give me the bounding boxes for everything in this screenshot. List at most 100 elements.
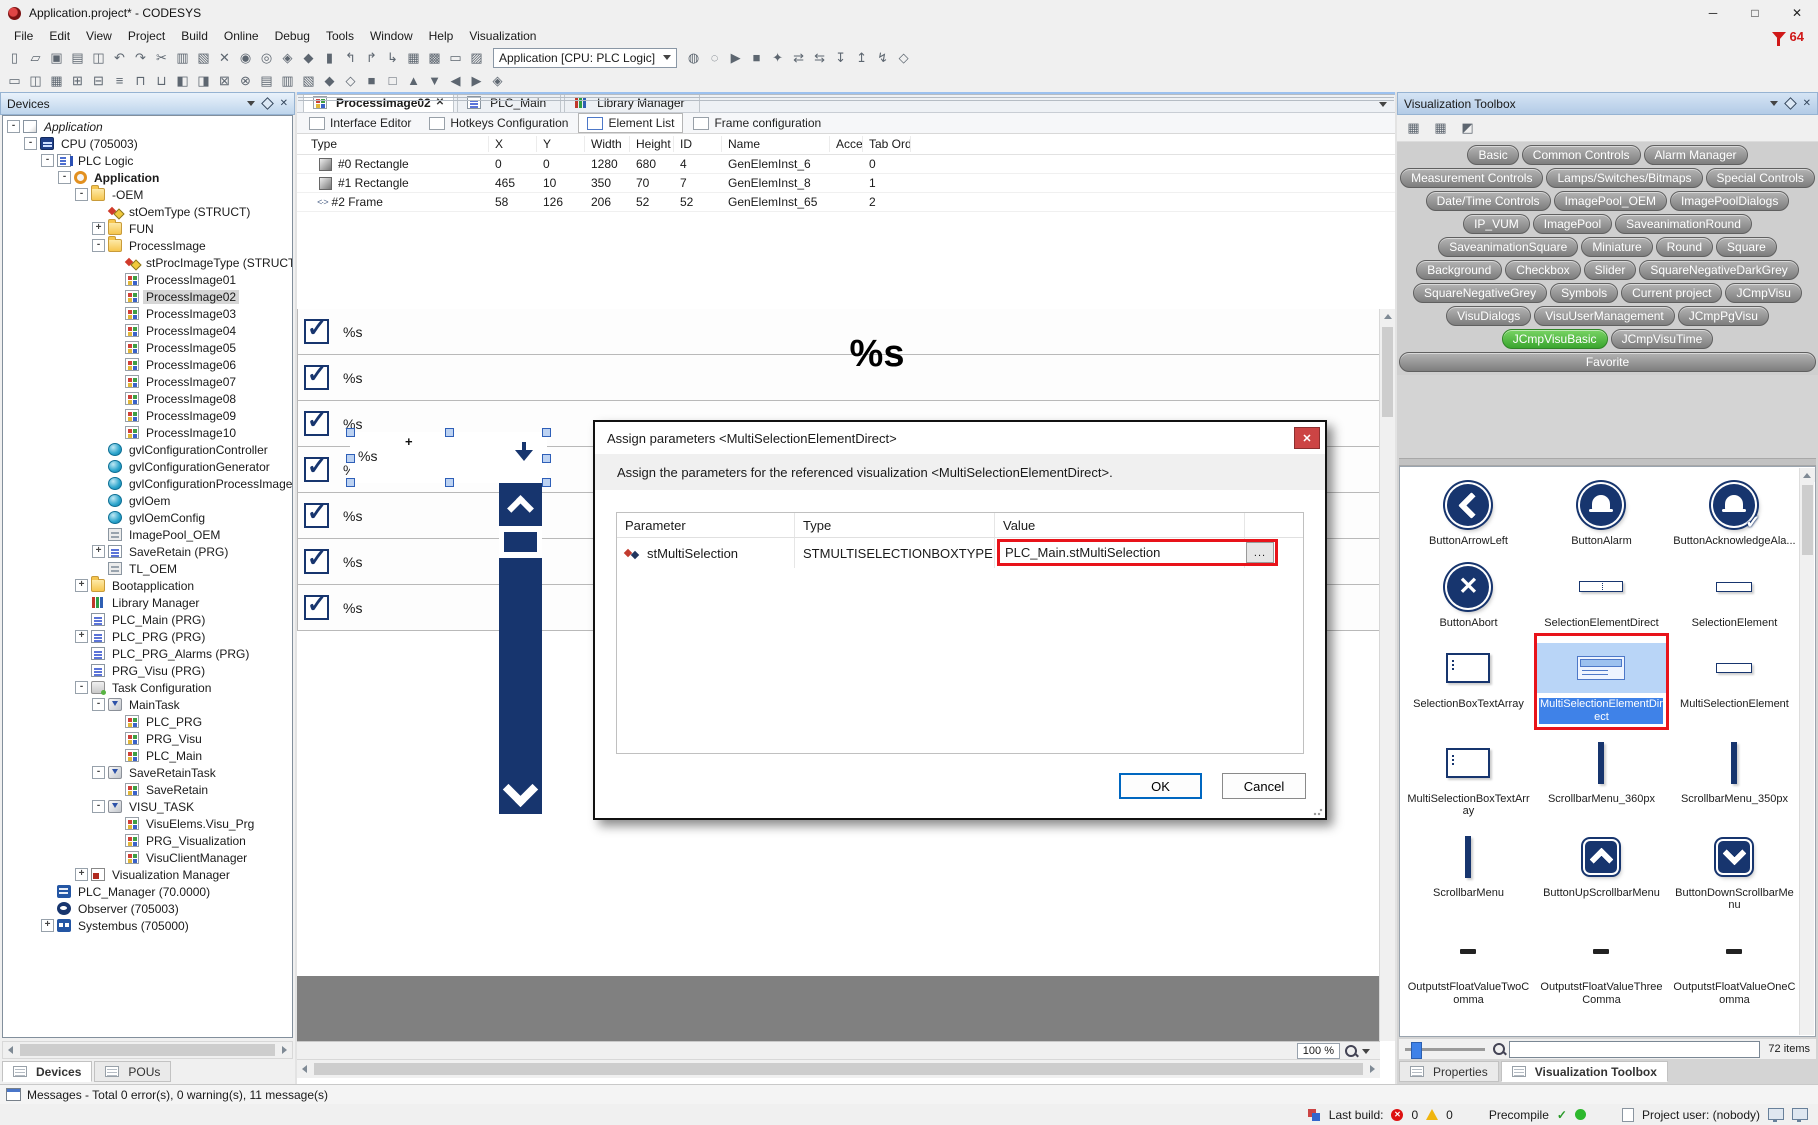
device-tree-item[interactable]: stOemType (STRUCT) [3,203,292,220]
toolbar-icon[interactable]: ⊠ [214,71,235,90]
toolbar-icon[interactable]: ▨ [466,48,487,67]
toolbox-item[interactable]: OutputstFloatValueTwoComma [1402,917,1535,1011]
toolbar-icon[interactable]: ↱ [361,48,382,67]
toolbar-icon[interactable]: ▤ [67,48,88,67]
canvas-heading-text[interactable]: %s [792,333,962,376]
category-button[interactable]: ImagePoolDialogs [1670,191,1789,211]
toolbar-icon[interactable]: ≡ [109,71,130,90]
editor-subtab[interactable]: Element List [578,113,683,133]
device-tree-item[interactable]: ProcessImage01 [3,271,292,288]
device-tree-item[interactable]: - SaveRetainTask [3,764,292,781]
category-button[interactable]: Current project [1621,283,1722,303]
resize-grip[interactable] [1313,806,1323,816]
menu-item[interactable]: Online [216,27,267,45]
menu-item[interactable]: Window [362,27,421,45]
device-tree-item[interactable]: - CPU (705003) [3,135,292,152]
device-tree-item[interactable]: + PLC_PRG (PRG) [3,628,292,645]
tree-expander-icon[interactable]: - [92,800,105,813]
toolbox-item[interactable]: MultiSelectionElementDirect [1535,634,1668,728]
toolbox-item[interactable]: OutputstFloatValueOneComma [1668,917,1801,1011]
close-tab-icon[interactable]: ✕ [436,97,444,108]
category-button[interactable]: ImagePool_OEM [1554,191,1667,211]
tree-expander-icon[interactable]: - [92,766,105,779]
resize-handle[interactable] [346,478,355,487]
toolbar-icon[interactable]: ▼ [424,71,445,90]
editor-subtab[interactable]: Interface Editor [301,114,419,132]
element-row[interactable]: #0 Rectangle 0 0 1280 680 4 GenElemInst_… [297,155,1395,174]
tab-list-dropdown[interactable] [1379,96,1387,110]
device-tree-item[interactable]: ProcessImage04 [3,322,292,339]
toolbar-icon[interactable]: ◀ [445,71,466,90]
device-tree-item[interactable]: + Systembus (705000) [3,917,292,934]
messages-bar[interactable]: Messages - Total 0 error(s), 0 warning(s… [0,1084,1818,1104]
menu-item[interactable]: Visualization [461,27,544,45]
toolbar-icon[interactable]: ◉ [235,48,256,67]
toolbox-item[interactable]: SelectionElementDirect [1535,553,1668,635]
resize-handle[interactable] [445,478,454,487]
tree-expander-icon[interactable]: - [92,239,105,252]
device-tree-item[interactable]: ProcessImage07 [3,373,292,390]
device-tree-item[interactable]: TL_OEM [3,560,292,577]
panel-tab[interactable]: Devices [2,1061,92,1082]
toolbar-icon[interactable]: ▥ [172,48,193,67]
value-column-header[interactable]: Value [995,513,1245,537]
toolbox-item[interactable]: MultiSelectionElement [1668,634,1801,728]
toolbar-icon[interactable]: ↳ [382,48,403,67]
column-header[interactable]: Tab Order [863,136,911,152]
device-tree-item[interactable]: - MainTask [3,696,292,713]
toolbar-icon[interactable]: ▯ [4,48,25,67]
canvas-hscrollbar[interactable] [297,1059,1380,1078]
toolbar-icon[interactable]: ▧ [193,48,214,67]
panel-tab[interactable]: POUs [94,1061,171,1082]
checkbox-checked-icon[interactable] [304,319,329,344]
scrollbar-menu-element[interactable] [499,483,542,814]
toolbox-item[interactable]: ButtonUpScrollbarMenu [1535,823,1668,917]
device-tree-item[interactable]: gvlConfigurationProcessImage [3,475,292,492]
device-tree-item[interactable]: PLC_Main [3,747,292,764]
toolbar-icon[interactable]: ⇆ [809,48,830,67]
toolbar-icon[interactable]: ◨ [193,71,214,90]
device-tree-item[interactable]: gvlOemConfig [3,509,292,526]
toolbox-item[interactable]: SelectionBoxTextArray [1402,634,1535,728]
magnifier-icon[interactable] [1345,1045,1357,1057]
device-tree-item[interactable]: ProcessImage02 [3,288,292,305]
toolbar-icon[interactable]: ◫ [88,48,109,67]
device-tree-item[interactable]: ProcessImage03 [3,305,292,322]
resize-handle[interactable] [346,454,355,463]
favorite-category-button[interactable]: Favorite [1399,352,1816,372]
editor-subtab[interactable]: Hotkeys Configuration [421,114,576,132]
param-column-header[interactable]: Parameter [617,513,795,537]
toolbar-icon[interactable]: ↯ [872,48,893,67]
category-button[interactable]: VisuUserManagement [1534,306,1675,326]
menu-item[interactable]: Edit [41,27,78,45]
category-button[interactable]: Common Controls [1522,145,1641,165]
visu-element-filter[interactable]: 64 [1772,29,1818,44]
visualization-canvas[interactable]: %s %s + %s [297,309,1395,1085]
category-button[interactable]: Background [1416,260,1502,280]
toolbar-icon[interactable]: □ [382,71,403,90]
device-tree-item[interactable]: Observer (705003) [3,900,292,917]
device-tree-item[interactable]: + FUN [3,220,292,237]
toolbar-icon[interactable]: ↰ [340,48,361,67]
device-tree-item[interactable]: ProcessImage08 [3,390,292,407]
toolbar-icon[interactable]: ↶ [109,48,130,67]
toolbar-icon[interactable]: ▶ [725,48,746,67]
category-button[interactable]: Date/Time Controls [1426,191,1551,211]
toolbox-item[interactable]: ButtonAbort [1402,553,1535,635]
editor-tab[interactable]: PLC_Main [457,92,561,112]
device-tree-item[interactable]: VisuClientManager [3,849,292,866]
toolbar-icon[interactable]: ◇ [893,48,914,67]
panel-menu-icon[interactable] [247,101,255,106]
splitter[interactable] [1399,458,1816,466]
slider-thumb[interactable] [1411,1042,1422,1059]
category-button[interactable]: Basic [1467,145,1518,165]
device-tree-item[interactable]: stProcImageType (STRUCT) [3,254,292,271]
active-application-combo[interactable]: Application [CPU: PLC Logic] [493,48,677,68]
toolbar-icon[interactable]: ↷ [130,48,151,67]
tree-expander-icon[interactable]: + [92,222,105,235]
category-button[interactable]: Slider [1584,260,1637,280]
tree-expander-icon[interactable]: - [75,681,88,694]
scrollbar-track[interactable] [499,558,542,771]
category-button[interactable]: JCmpPgVisu [1678,306,1769,326]
column-header[interactable]: X [489,136,537,152]
